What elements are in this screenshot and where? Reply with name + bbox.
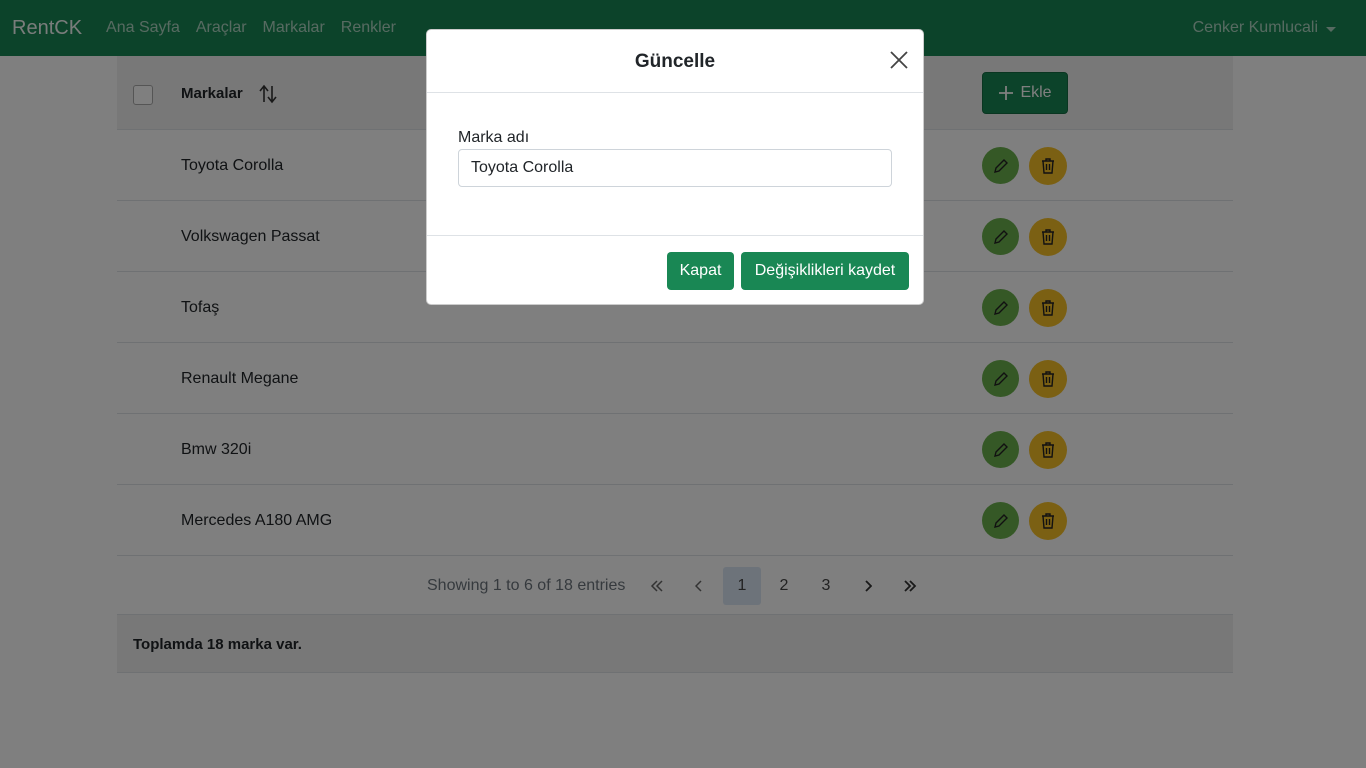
brand-name-label: Marka adı: [458, 129, 530, 146]
modal-body: Marka adı: [427, 93, 923, 236]
modal-title: Güncelle: [634, 50, 716, 72]
close-button[interactable]: Kapat: [667, 252, 734, 290]
brand-name-input[interactable]: [458, 149, 892, 187]
modal-header: Güncelle: [427, 30, 923, 93]
update-modal: Güncelle Marka adı Kapat Değişiklikleri …: [426, 29, 924, 305]
modal-footer: Kapat Değişiklikleri kaydet: [427, 236, 923, 304]
save-changes-button[interactable]: Değişiklikleri kaydet: [741, 252, 909, 290]
close-icon[interactable]: [889, 50, 909, 70]
